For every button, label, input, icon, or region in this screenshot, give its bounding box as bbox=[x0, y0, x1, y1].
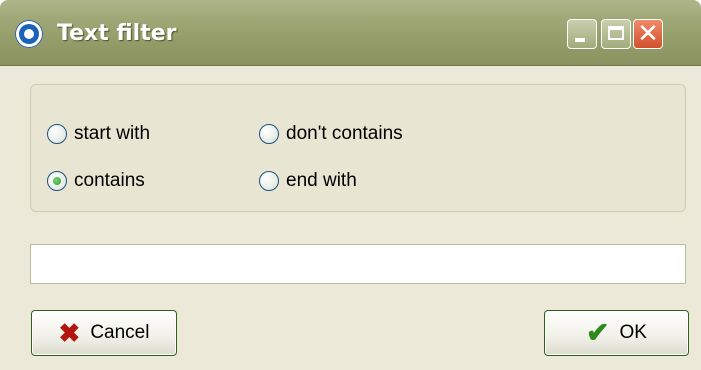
maximize-button[interactable] bbox=[601, 19, 631, 49]
close-button[interactable]: ✕ bbox=[633, 19, 663, 49]
radio-label: don't contains bbox=[286, 123, 403, 144]
match-mode-group bbox=[30, 84, 686, 212]
radio-button-checked[interactable] bbox=[47, 171, 67, 191]
cancel-x-icon: ✖ bbox=[58, 318, 81, 348]
radio-dont-contains[interactable]: don't contains bbox=[259, 123, 403, 145]
minimize-icon bbox=[575, 38, 585, 42]
app-icon bbox=[15, 20, 43, 48]
cancel-label: Cancel bbox=[90, 322, 150, 343]
radio-button[interactable] bbox=[259, 124, 279, 144]
close-icon: ✕ bbox=[637, 19, 659, 49]
cancel-button[interactable]: ✖ Cancel bbox=[31, 310, 177, 356]
text-filter-dialog: Text filter ✕ start with don't contains … bbox=[0, 0, 701, 370]
radio-button[interactable] bbox=[47, 124, 67, 144]
minimize-button[interactable] bbox=[567, 19, 597, 49]
radio-label: end with bbox=[286, 170, 357, 191]
maximize-icon bbox=[608, 26, 624, 40]
radio-label: contains bbox=[74, 170, 145, 191]
filter-text-input[interactable] bbox=[30, 244, 686, 284]
radio-contains[interactable]: contains bbox=[47, 170, 145, 192]
radio-end-with[interactable]: end with bbox=[259, 170, 357, 192]
radio-start-with[interactable]: start with bbox=[47, 123, 150, 145]
ok-button[interactable]: ✔ OK bbox=[544, 310, 689, 356]
window-title: Text filter bbox=[57, 21, 177, 46]
checkmark-icon: ✔ bbox=[586, 317, 610, 348]
ok-label: OK bbox=[619, 322, 647, 343]
radio-button[interactable] bbox=[259, 171, 279, 191]
title-bar[interactable]: Text filter ✕ bbox=[0, 0, 701, 66]
radio-label: start with bbox=[74, 123, 151, 144]
